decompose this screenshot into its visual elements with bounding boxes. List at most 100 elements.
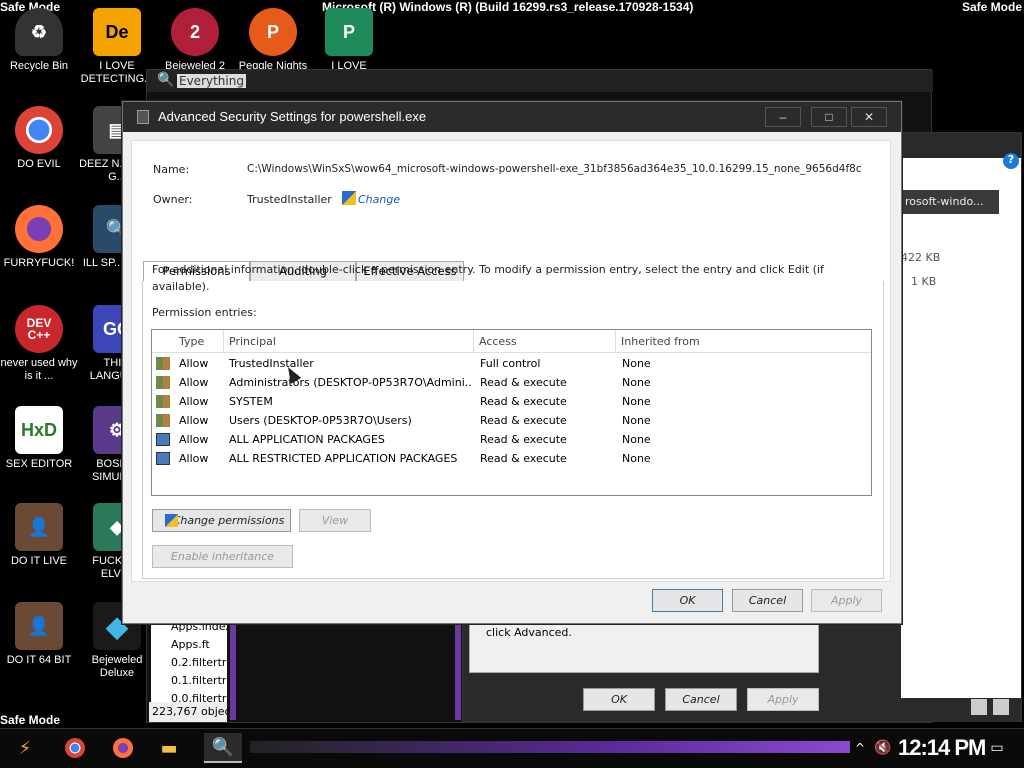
close-button[interactable]: ✕ [851, 107, 887, 127]
desktop-icon-label: Bejeweled Deluxe [91, 654, 143, 679]
user-group-icon [156, 395, 170, 408]
table-row[interactable]: Allow TrustedInstaller Full control None [152, 354, 871, 373]
row-inherited: None [622, 376, 651, 389]
table-header: Type Principal Access Inherited from [152, 330, 871, 353]
row-principal: TrustedInstaller [229, 357, 314, 370]
desktop-icon-label: DO IT 64 BIT [6, 654, 72, 666]
recycle-bin-icon: ♻ [15, 8, 63, 56]
maximize-button[interactable]: □ [811, 107, 847, 127]
list-item[interactable]: 0.1.filtertrie [171, 672, 227, 690]
everything-status-count: 223,767 objects [149, 702, 227, 722]
row-inherited: None [622, 357, 651, 370]
safe-mode-watermark-bottom-left: Safe Mode [0, 713, 61, 727]
desktop-icon-recycle-bin[interactable]: ♻ Recycle Bin [0, 8, 78, 73]
portrait-icon: 👤 [15, 602, 63, 650]
desktop-icon-do-it-live[interactable]: 👤 DO IT LIVE [0, 503, 78, 568]
properties-apply-button[interactable]: Apply [747, 688, 819, 711]
row-access: Full control [480, 357, 541, 370]
publisher-icon: P [325, 8, 373, 56]
desktop-icon-do-it-64-bit[interactable]: 👤 DO IT 64 BIT [0, 602, 78, 667]
file-size: 1 KB [911, 275, 937, 288]
cancel-button[interactable]: Cancel [732, 589, 803, 612]
change-permissions-button[interactable]: Change permissions [152, 509, 291, 532]
desktop-icon-detecting[interactable]: De I LOVE DETECTING... [78, 8, 156, 86]
explorer-search-box[interactable]: rosoft-windo... [903, 190, 999, 214]
row-type: Allow [179, 357, 209, 370]
desktop-icon-bejeweled-2[interactable]: 2 Bejeweled 2 [156, 8, 234, 73]
row-access: Read & execute [480, 452, 567, 465]
table-row[interactable]: Allow ALL RESTRICTED APPLICATION PACKAGE… [152, 449, 871, 468]
ok-button[interactable]: OK [652, 589, 723, 612]
permission-entries-table[interactable]: Type Principal Access Inherited from All… [151, 329, 872, 496]
desktop-icon-i-love[interactable]: P I LOVE [310, 8, 388, 73]
minimize-button[interactable]: – [765, 107, 801, 127]
row-access: Read & execute [480, 433, 567, 446]
row-principal: ALL APPLICATION PACKAGES [229, 433, 385, 446]
decorative-border [455, 620, 461, 720]
start-button-icon[interactable]: ⚡ [10, 733, 40, 763]
taskbar-chrome-icon[interactable] [60, 733, 90, 763]
table-row[interactable]: Allow SYSTEM Read & execute None [152, 392, 871, 411]
info-text: For additional information, double-click… [152, 263, 824, 293]
de-app-icon: De [93, 8, 141, 56]
desktop-icon-label: never used why is it ... [0, 357, 78, 382]
dialog-title: Advanced Security Settings for powershel… [158, 109, 427, 124]
details-view-icon[interactable] [971, 699, 987, 715]
list-item[interactable]: Apps.ft [171, 636, 227, 654]
table-row[interactable]: Allow Administrators (DESKTOP-0P53R7O\Ad… [152, 373, 871, 392]
taskbar-everything-icon[interactable]: 🔍 [204, 733, 242, 763]
uac-shield-icon [342, 191, 356, 205]
decorative-border [230, 620, 236, 720]
change-permissions-label: Change permissions [172, 514, 285, 527]
column-header-type[interactable]: Type [174, 330, 224, 353]
volume-muted-icon[interactable]: 🔇 [868, 733, 898, 763]
row-type: Allow [179, 395, 209, 408]
desktop-icon-label: SEX EDITOR [5, 458, 73, 470]
row-principal: ALL RESTRICTED APPLICATION PACKAGES [229, 452, 458, 465]
apply-button[interactable]: Apply [811, 589, 882, 612]
column-header-principal[interactable]: Principal [224, 330, 474, 353]
everything-search-icon: 🔍 [157, 72, 175, 88]
dialog-titlebar[interactable]: Advanced Security Settings for powershel… [123, 102, 901, 132]
name-label: Name: [153, 163, 190, 176]
table-row[interactable]: Allow ALL APPLICATION PACKAGES Read & ex… [152, 430, 871, 449]
desktop-icon-label: DO EVIL [17, 158, 61, 170]
firefox-icon [15, 205, 63, 253]
enable-inheritance-button[interactable]: Enable inheritance [152, 545, 293, 568]
taskbar-clock[interactable]: 12:14 PM [898, 735, 986, 761]
taskbar-firefox-icon[interactable] [108, 733, 138, 763]
change-owner-link[interactable]: Change [358, 193, 400, 206]
devcpp-icon: DEV C++ [15, 305, 63, 353]
desktop-icon-devcpp[interactable]: DEV C++ never used why is it ... [0, 305, 78, 383]
column-header-access[interactable]: Access [474, 330, 616, 353]
desktop-icon-label: DO IT LIVE [10, 555, 68, 567]
action-center-icon[interactable]: ▭ [982, 733, 1012, 763]
row-principal: Users (DESKTOP-0P53R7O\Users) [229, 414, 412, 427]
row-type: Allow [179, 452, 209, 465]
row-type: Allow [179, 414, 209, 427]
everything-titlebar[interactable]: 🔍 Everything [147, 70, 933, 92]
taskbar-file-explorer-icon[interactable]: ▬ [154, 733, 184, 763]
desktop-icon-label: FURRYFUCK! [3, 257, 75, 269]
user-group-icon [156, 414, 170, 427]
view-button[interactable]: View [299, 509, 371, 532]
row-inherited: None [622, 395, 651, 408]
properties-ok-button[interactable]: OK [583, 688, 655, 711]
safe-mode-watermark-top-right: Safe Mode [961, 0, 1022, 14]
package-icon [156, 433, 170, 446]
owner-label: Owner: [153, 193, 193, 206]
properties-cancel-button[interactable]: Cancel [665, 688, 737, 711]
portrait-icon: 👤 [15, 503, 63, 551]
advanced-security-dialog[interactable]: Advanced Security Settings for powershel… [122, 101, 902, 624]
row-principal: SYSTEM [229, 395, 273, 408]
table-row[interactable]: Allow Users (DESKTOP-0P53R7O\Users) Read… [152, 411, 871, 430]
desktop-icon-sex-editor[interactable]: HxD SEX EDITOR [0, 406, 78, 471]
list-item[interactable]: 0.2.filtertrie [171, 654, 227, 672]
desktop-icon-furryfuck[interactable]: FURRYFUCK! [0, 205, 78, 270]
desktop-icon-do-evil[interactable]: DO EVIL [0, 106, 78, 171]
help-icon[interactable]: ? [1003, 153, 1019, 169]
column-header-inherited[interactable]: Inherited from [616, 330, 871, 353]
large-icons-view-icon[interactable] [993, 699, 1009, 715]
desktop-icon-peggle[interactable]: P Peggle Nights [234, 8, 312, 73]
peggle-icon: P [249, 8, 297, 56]
